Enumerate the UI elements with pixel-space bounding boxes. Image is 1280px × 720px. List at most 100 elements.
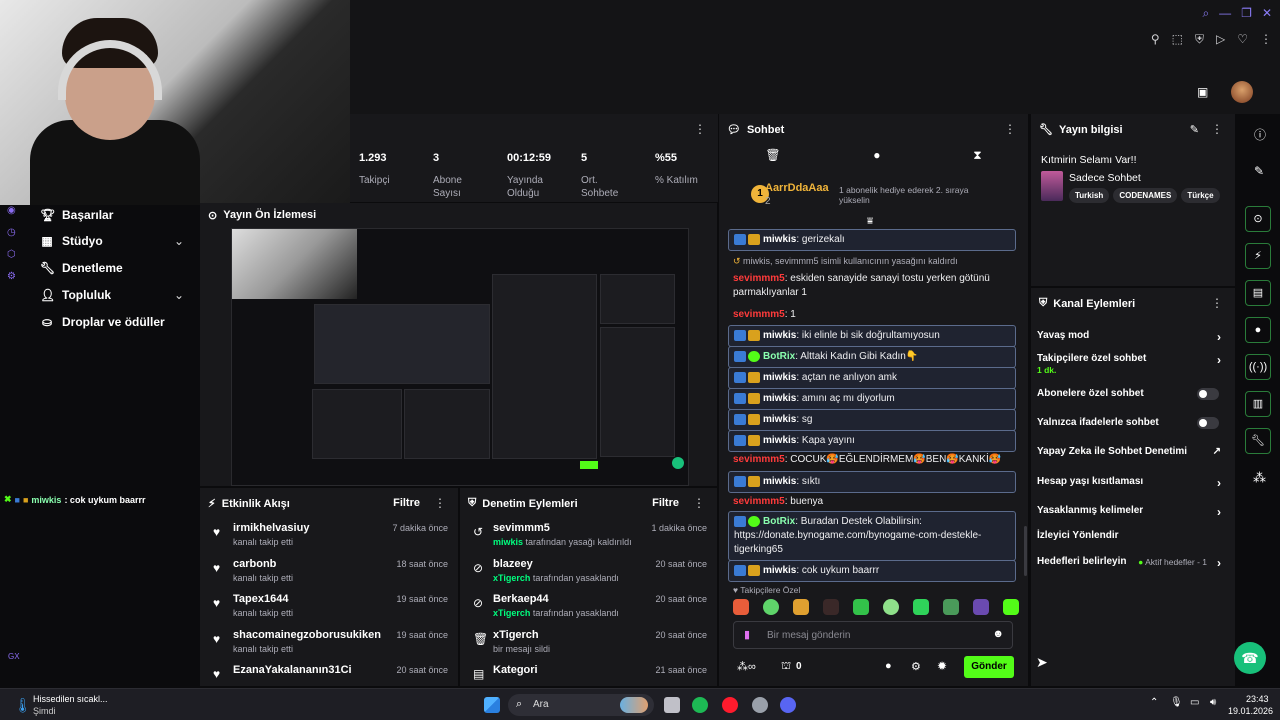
camera-button[interactable]: ⊙ [1245, 206, 1271, 232]
volume-icon[interactable]: 🔊︎ [1210, 697, 1216, 708]
toggle-switch[interactable] [1197, 388, 1219, 400]
more-icon[interactable]: ⋮ [1260, 32, 1272, 47]
chat-message[interactable]: sevimmm5: buenya [728, 492, 1016, 512]
moderation-row[interactable]: ⊘ blazeey xTigerch tarafından yasaklandı… [460, 558, 717, 594]
edit-icon[interactable]: ✎ [1254, 164, 1264, 178]
emote-icon[interactable] [913, 599, 929, 615]
wrench-button[interactable]: 🔧︎ [1245, 428, 1271, 454]
channel-action-row[interactable]: Yavaş mod › [1037, 330, 1225, 344]
emote-icon[interactable] [943, 599, 959, 615]
spotify-icon[interactable] [692, 697, 708, 713]
screenshot-icon[interactable]: ⬚ [1172, 32, 1183, 47]
more-tools-icon[interactable]: ⁂ [1253, 470, 1266, 486]
task-view-icon[interactable] [664, 697, 680, 713]
chat-username[interactable]: miwkis [763, 234, 796, 245]
collapse-icon[interactable]: ⩸ [867, 216, 873, 227]
chat-username[interactable]: sevimmm5 [733, 496, 785, 507]
emote-icon[interactable] [973, 599, 989, 615]
circle-icon[interactable]: ◉ [7, 205, 16, 216]
chat-message[interactable]: sevimmm5: COCUK🥵EĞLENDİRMEM🥵BEN🥵KANKİ🥵 [728, 450, 1016, 470]
chat-message[interactable]: miwkis: sıktı [728, 471, 1016, 493]
sidebar-item-community[interactable]: 👤︎ Topluluk [40, 288, 111, 302]
discord-icon[interactable] [780, 697, 796, 713]
more-icon[interactable]: ⋮ [1004, 122, 1016, 136]
stream-preview-video[interactable] [231, 228, 689, 486]
badge-settings-icon[interactable]: ✹ [937, 659, 947, 673]
send-button[interactable]: Gönder [964, 656, 1014, 678]
emoji-icon[interactable]: ☻ [992, 628, 1004, 640]
avatar[interactable] [1231, 81, 1253, 103]
help-button[interactable]: ☎ [1234, 642, 1266, 674]
category-thumbnail[interactable] [1041, 171, 1063, 201]
chat-username[interactable]: sevimmm5 [733, 454, 785, 465]
chat-username[interactable]: BotRix [763, 516, 795, 527]
emote-icon[interactable] [763, 599, 779, 615]
chat-message[interactable]: miwkis: açtan ne anlıyon amk [728, 367, 1016, 389]
channel-action-row[interactable]: Yalnızca ifadelerle sohbet [1037, 417, 1225, 429]
emote-icon[interactable] [733, 599, 749, 615]
opera-gx-icon[interactable] [722, 697, 738, 713]
clipboard-button[interactable]: ▤ [1245, 280, 1271, 306]
moderation-filter-button[interactable]: Filtre [652, 497, 679, 509]
bolt-button[interactable]: ⚡︎ [1245, 243, 1271, 269]
chat-username[interactable]: sevimmm5 [733, 309, 785, 320]
sidebar-item-studio[interactable]: ▦ Stüdyo [40, 234, 102, 248]
chat-message[interactable]: miwkis: Kapa yayını [728, 430, 1016, 452]
emote-icon[interactable] [823, 599, 839, 615]
activity-row[interactable]: ♥ irmikhelvasiuy kanalı takip etti 7 dak… [200, 522, 458, 558]
chat-message[interactable]: BotRix: Buradan Destek Olabilirsin: http… [728, 511, 1016, 561]
layout-button[interactable]: ▥ [1245, 391, 1271, 417]
gift-box-icon[interactable]: ▣ [1197, 85, 1208, 99]
tray-chevron-icon[interactable]: ⌃ [1150, 697, 1158, 708]
info-icon[interactable]: ⓘ [1254, 126, 1266, 143]
chevron-down-icon[interactable]: ⌄ [174, 234, 184, 248]
channel-action-row[interactable]: İzleyici Yönlendir [1037, 530, 1225, 541]
taskbar-search[interactable]: ⌕ Ara [508, 694, 654, 716]
channel-action-row[interactable]: Hedefleri belirleyin ● Aktif hedefler - 1… [1037, 556, 1225, 570]
more-icon[interactable]: ⋮ [434, 496, 446, 510]
chat-input[interactable]: ▮ Bir mesaj gönderin ☻ [733, 621, 1013, 649]
community-icon[interactable]: ⁂∞ [737, 660, 756, 673]
mic-icon[interactable]: ▮ [744, 628, 750, 641]
chat-username[interactable]: BotRix [763, 351, 795, 362]
emote-icon[interactable] [883, 599, 899, 615]
more-icon[interactable]: ⋮ [1211, 122, 1223, 136]
search-icon[interactable]: ⌕ [1202, 6, 1209, 21]
emote-icon[interactable] [1003, 599, 1019, 615]
chat-message[interactable]: miwkis: sg [728, 409, 1016, 431]
stream-category[interactable]: Sadece Sohbet [1069, 172, 1141, 184]
network-icon[interactable]: ▭ [1190, 697, 1199, 708]
clock-icon[interactable]: ◷ [7, 227, 16, 238]
system-message[interactable]: ↺ miwkis, sevimmm5 isimli kullanıcının y… [728, 251, 1016, 271]
chat-username[interactable]: miwkis [763, 393, 796, 404]
moderation-row[interactable]: ↺ sevimmm5 miwkis tarafından yasağı kald… [460, 522, 717, 558]
restore-icon[interactable]: ❐ [1241, 6, 1252, 21]
chat-username[interactable]: miwkis [763, 435, 796, 446]
broadcast-button[interactable]: ((·)) [1245, 354, 1271, 380]
minimize-icon[interactable]: — [1219, 6, 1231, 21]
windows-start-icon[interactable] [484, 697, 500, 713]
pin-icon[interactable]: ⚲ [1151, 32, 1160, 47]
chat-scrollbar[interactable] [1024, 526, 1027, 576]
sidebar-item-drops[interactable]: ⛀ Droplar ve ödüller [40, 315, 165, 329]
chat-username[interactable]: sevimmm5 [733, 273, 785, 284]
chat-message[interactable]: miwkis: iki elinle bi sik doğrultamıyosu… [728, 325, 1016, 347]
channel-action-row[interactable]: Takipçilere özel sohbet 1 dk. › [1037, 353, 1225, 375]
channel-action-row[interactable]: Yapay Zeka ile Sohbet Denetimi ↗ [1037, 446, 1225, 457]
toggle-switch[interactable] [1197, 417, 1219, 429]
edit-icon[interactable]: ✎ [1190, 123, 1199, 136]
cube-icon[interactable]: ⬡ [7, 249, 16, 260]
activity-filter-button[interactable]: Filtre [393, 497, 420, 509]
moderation-row[interactable]: 🗑︎ xTigerch bir mesajı sildi 20 saat önc… [460, 629, 717, 665]
hourglass-icon[interactable]: ⧗ [973, 148, 981, 168]
mic-icon[interactable]: 🎙︎ [1170, 697, 1183, 708]
settings-icon[interactable]: ⚙ [7, 271, 16, 282]
chat-bubble-icon[interactable]: ● [873, 148, 880, 168]
chat-button[interactable]: ● [1245, 317, 1271, 343]
moderation-row[interactable]: ⊘ Berkaep44 xTigerch tarafından yasaklan… [460, 593, 717, 629]
more-icon[interactable]: ⋮ [694, 122, 706, 136]
chat-username[interactable]: miwkis [763, 330, 796, 341]
tag[interactable]: Türkçe [1181, 188, 1220, 203]
play-icon[interactable]: ▷ [1216, 32, 1225, 47]
chat-username[interactable]: miwkis [763, 414, 796, 425]
